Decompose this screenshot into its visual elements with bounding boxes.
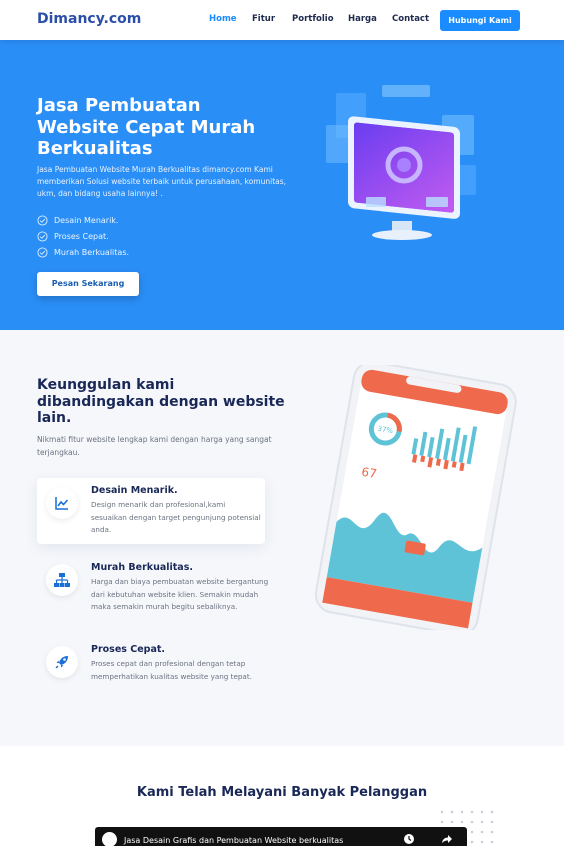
feature-card-text: Harga dan biaya pembuatan website bergan… <box>91 577 269 611</box>
order-now-button[interactable]: Pesan Sekarang <box>37 272 139 296</box>
check-item: Desain Menarik. <box>37 212 129 228</box>
video-embed[interactable]: Jasa Desain Grafis dan Pembuatan Website… <box>95 827 467 846</box>
contact-us-button[interactable]: Hubungi Kami <box>440 10 520 31</box>
share-icon[interactable] <box>441 833 453 845</box>
features-section: Keunggulan kami dibandingakan dengan web… <box>0 330 564 746</box>
svg-text:67: 67 <box>360 465 377 481</box>
icon-badge <box>46 487 78 519</box>
nav-item-home[interactable]: Home <box>209 14 237 24</box>
check-circle-icon <box>37 230 48 242</box>
features-subtitle: Nikmati fitur website lengkap kami denga… <box>37 435 272 457</box>
check-item: Murah Berkualitas. <box>37 244 129 260</box>
hero-checklist: Desain Menarik. Proses Cepat. Murah Berk… <box>37 212 129 260</box>
feature-card-title: Murah Berkualitas. <box>91 562 193 573</box>
nav-item-contact[interactable]: Contact <box>392 14 429 24</box>
computer-illustration <box>326 85 476 240</box>
icon-badge <box>46 564 78 596</box>
navbar: Dimancy.com Home Fitur Portfolio Harga C… <box>0 0 564 40</box>
feature-card-title: Desain Menarik. <box>91 485 178 496</box>
brand-logo[interactable]: Dimancy.com <box>37 11 141 27</box>
sitemap-icon <box>54 573 70 587</box>
video-title[interactable]: Jasa Desain Grafis dan Pembuatan Website… <box>124 836 343 845</box>
feature-card-title: Proses Cepat. <box>91 644 166 655</box>
customers-title: Kami Telah Melayani Banyak Pelanggan <box>136 785 428 800</box>
check-circle-icon <box>37 246 48 258</box>
icon-badge <box>46 646 78 678</box>
chart-line-icon <box>55 497 69 510</box>
phone-mockup-illustration: 37% 67 <box>314 365 517 630</box>
hero-title: Jasa Pembuatan Website Cepat Murah Berku… <box>37 95 256 159</box>
feature-card-text: Proses cepat dan profesional dengan teta… <box>91 659 252 681</box>
check-label: Murah Berkualitas. <box>54 247 130 257</box>
nav-item-harga[interactable]: Harga <box>348 14 377 24</box>
feature-card: Desain Menarik. Design menarik dan profe… <box>37 478 265 544</box>
feature-card: Murah Berkualitas. Harga dan biaya pembu… <box>37 555 277 625</box>
feature-card: Proses Cepat. Proses cepat dan profesion… <box>37 637 265 703</box>
hero-description: Jasa Pembuatan Website Murah Berkualitas… <box>37 165 287 198</box>
hero-section: Jasa Pembuatan Website Cepat Murah Berku… <box>0 40 564 330</box>
clock-icon[interactable] <box>403 833 415 845</box>
check-label: Desain Menarik. <box>54 215 119 225</box>
check-item: Proses Cepat. <box>37 228 129 244</box>
check-label: Proses Cepat. <box>54 231 109 241</box>
channel-logo <box>102 832 117 846</box>
rocket-icon <box>55 656 68 669</box>
nav-item-fitur[interactable]: Fitur <box>252 14 275 24</box>
nav-item-portfolio[interactable]: Portfolio <box>292 14 334 24</box>
feature-card-text: Design menarik dan profesional,kami sesu… <box>91 500 261 534</box>
features-title: Keunggulan kami dibandingakan dengan web… <box>37 377 285 426</box>
check-circle-icon <box>37 214 48 226</box>
